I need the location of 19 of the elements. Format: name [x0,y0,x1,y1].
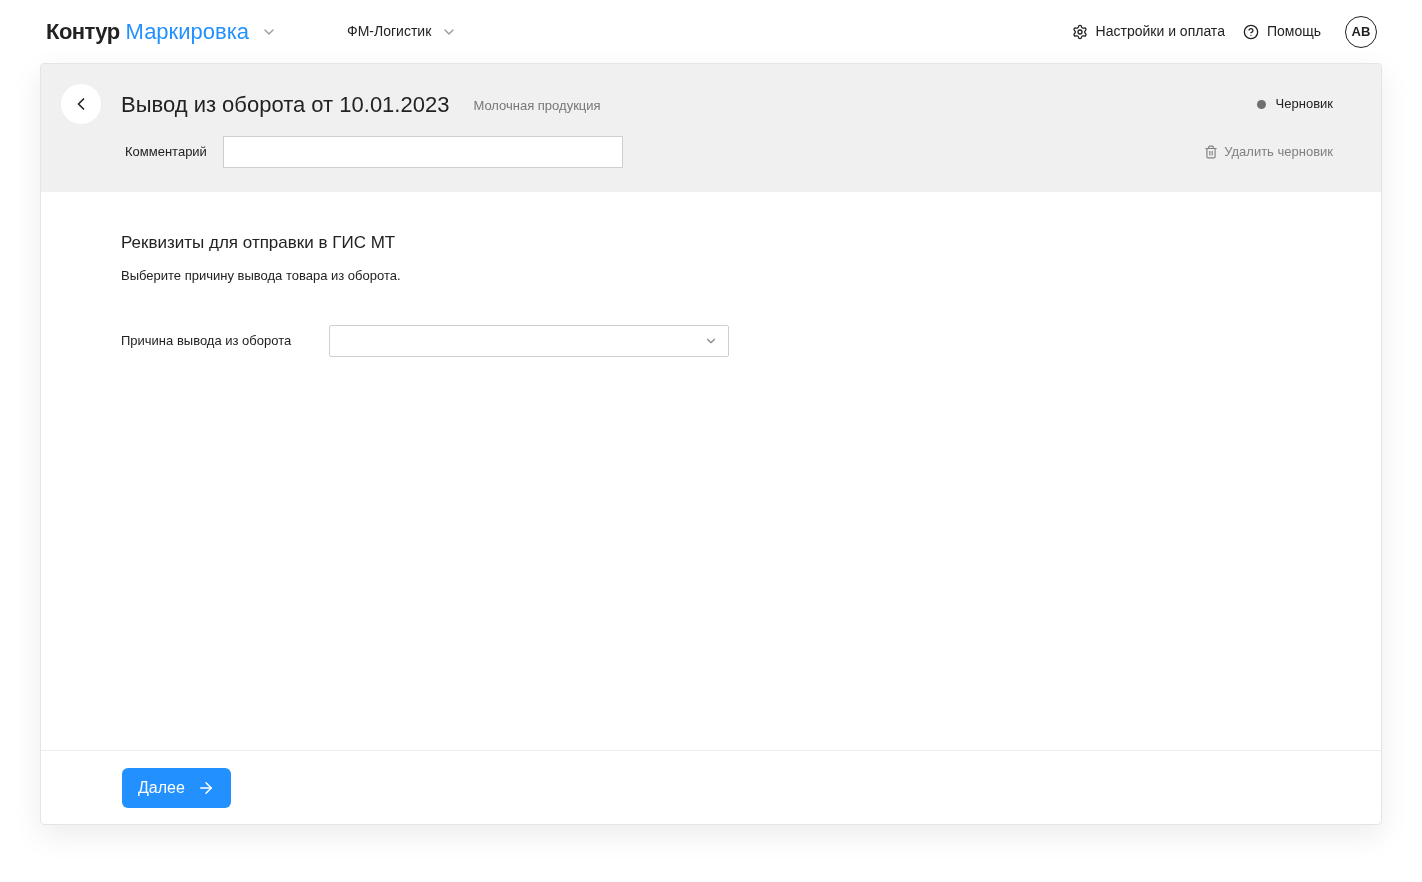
brand-name: Контур [46,18,120,46]
comment-field[interactable] [222,136,623,168]
settings-icon [1071,23,1088,40]
back-button[interactable] [61,84,101,124]
help-icon [1242,23,1259,40]
settings-link[interactable]: Настройки и оплата [1071,21,1225,42]
section-description: Выберите причину вывода товара из оборота. [121,266,402,285]
help-link[interactable]: Помощь [1242,21,1321,42]
section-heading: Реквизиты для отправки в ГИС МТ [121,232,397,254]
reason-label: Причина вывода из оборота [121,332,293,351]
reason-dropdown[interactable] [329,325,729,357]
organization-selector[interactable]: ФМ-Логистик [347,21,458,42]
product-category: Молочная продукция [473,97,601,116]
document-title: Вывод из оборота от 10.01.2023 [121,90,450,119]
status-label: Черновик [1275,95,1333,114]
comment-label: Комментарий [125,143,207,162]
delete-draft-button[interactable]: Удалить черновик [1204,142,1333,162]
trash-icon [1204,145,1219,159]
product-name: Маркировка [125,18,250,46]
